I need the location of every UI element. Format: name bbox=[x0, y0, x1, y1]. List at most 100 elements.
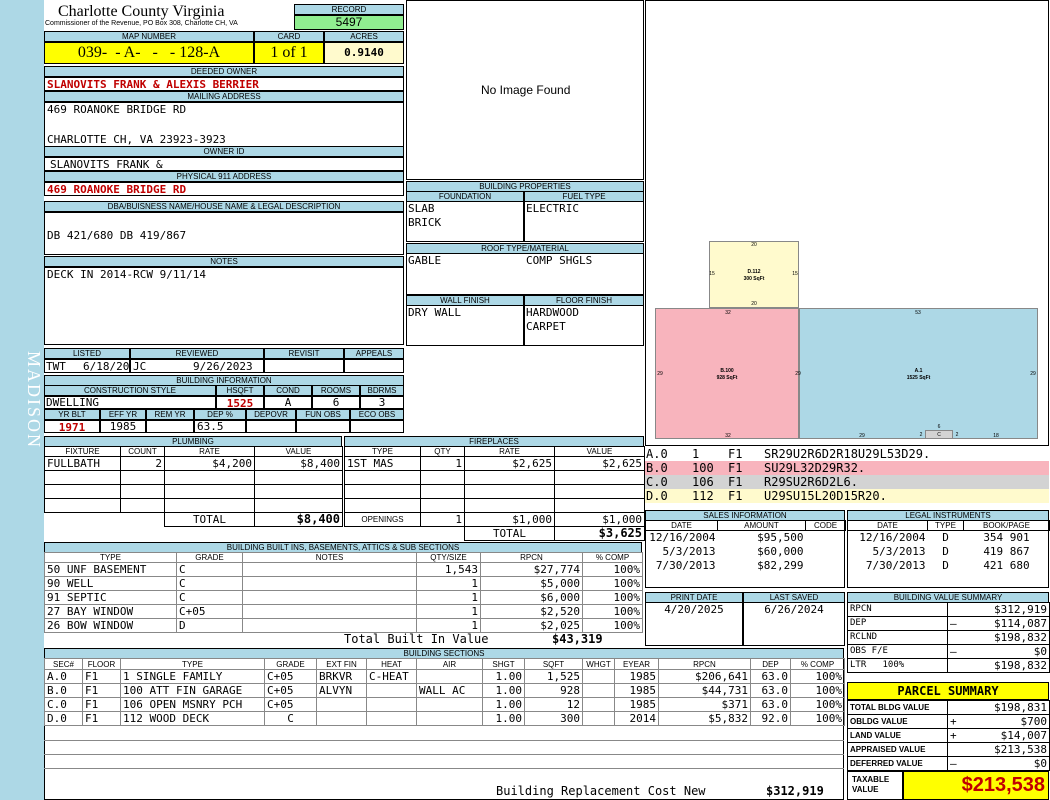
dim-label: 29 bbox=[859, 433, 865, 439]
col-grade: GRADE bbox=[264, 658, 317, 670]
openings-row: OPENINGS 1 $1,000 $1,000 bbox=[344, 512, 645, 527]
cell: LAND VALUE bbox=[847, 728, 948, 743]
record-number: 5497 bbox=[294, 15, 404, 30]
cond-value: A bbox=[264, 396, 312, 409]
foundation-1: SLAB bbox=[408, 202, 435, 215]
traverse-floor: F1 bbox=[728, 475, 743, 489]
col-heat: HEAT bbox=[366, 658, 417, 670]
traverse-list: A.0 1 F1 SR29U2R6D2R18U29L53D29. B.0 100 F1 SU… bbox=[645, 447, 1049, 503]
dim-label: 15 bbox=[709, 271, 715, 277]
foundation-2: BRICK bbox=[408, 216, 442, 229]
cell: DEP bbox=[847, 616, 948, 631]
office-subtitle: Commissioner of the Revenue, PO Box 308,… bbox=[45, 20, 238, 27]
plumbing-table: FIXTURE COUNT RATE VALUE FULLBATH 2 $4,200 $8,… bbox=[44, 446, 343, 527]
cell: D bbox=[942, 559, 949, 572]
traverse-num: 112 bbox=[692, 489, 714, 503]
cell: 1 SINGLE FAMILY bbox=[120, 669, 265, 684]
builtins-total-label: Total Built In Value bbox=[344, 632, 489, 646]
owner-id-label: OWNER ID bbox=[44, 146, 404, 157]
dim-label: 15 bbox=[792, 271, 798, 277]
owner-id: SLANOVITS FRANK & bbox=[50, 158, 163, 171]
traverse-path: SU29L32D29R32. bbox=[764, 461, 866, 475]
openings-label: OPENINGS bbox=[344, 512, 421, 527]
cell: 5/3/2013 bbox=[662, 545, 716, 558]
fireplace-total: $3,625 bbox=[554, 526, 645, 541]
cell: 1.00 bbox=[482, 683, 525, 698]
traverse-row: C.0 106 F1 R29SU2R6D2L6. bbox=[645, 475, 1049, 489]
deeded-owner-label: DEEDED OWNER bbox=[44, 66, 404, 77]
cell: 100% bbox=[582, 562, 643, 577]
table-row: APPRAISED VALUE $213,538 bbox=[847, 742, 1050, 757]
roof-type: GABLE bbox=[408, 254, 442, 267]
cell: – bbox=[947, 616, 962, 631]
col-rpcn: RPCN bbox=[658, 658, 751, 670]
table-row: 5/3/2013 D 419 867 bbox=[848, 545, 1050, 559]
cell bbox=[416, 711, 483, 726]
cell: $0 bbox=[961, 644, 1050, 659]
cell: OBLDG VALUE bbox=[847, 714, 948, 729]
parcel-table: TOTAL BLDG VALUE $198,831 OBLDG VALUE + $70… bbox=[847, 700, 1050, 771]
table-row: DEFERRED VALUE – $0 bbox=[847, 756, 1050, 771]
cell: 7/30/2013 bbox=[865, 559, 926, 572]
cell bbox=[947, 742, 962, 757]
plumbing-total-label: TOTAL bbox=[164, 512, 255, 527]
cell: 91 SEPTIC bbox=[44, 590, 177, 605]
floor-finish-1: HARDWOOD bbox=[526, 306, 579, 319]
col-qty: QTY bbox=[420, 446, 465, 457]
traverse-path: SR29U2R6D2R18U29L53D29. bbox=[764, 447, 931, 461]
cell: OBS F/E bbox=[847, 644, 948, 659]
record-label: RECORD bbox=[294, 4, 404, 15]
taxable-label-box: TAXABLE VALUE bbox=[847, 771, 903, 800]
cell: C-HEAT bbox=[366, 669, 417, 684]
table-row: 12/16/2004 D 354 901 bbox=[848, 531, 1050, 545]
table-row: FULLBATH 2 $4,200 $8,400 bbox=[44, 456, 343, 471]
cell: TOTAL BLDG VALUE bbox=[847, 700, 948, 715]
legal-header-row: DATE TYPE BOOK/PAGE bbox=[847, 520, 1050, 531]
traverse-floor: F1 bbox=[728, 489, 743, 503]
traverse-num: 1 bbox=[692, 447, 700, 461]
table-row: RCLND $198,832 bbox=[847, 630, 1050, 645]
col-rpcn: RPCN bbox=[480, 552, 583, 563]
col-type: TYPE bbox=[120, 658, 265, 670]
taxable-label-1: TAXABLE bbox=[852, 775, 890, 784]
sales-table: DATE AMOUNT CODE 12/16/2004 $95,500 5/3/201… bbox=[645, 520, 846, 573]
cell bbox=[366, 711, 417, 726]
table-row: 7/30/2013 $82,299 bbox=[646, 559, 846, 573]
cell: $2,025 bbox=[480, 618, 583, 633]
yrblt-label: YR BLT bbox=[44, 409, 100, 420]
wall-finish: DRY WALL bbox=[408, 306, 461, 319]
sketch-area: D.112 300 SqFt B.100 928 SqFt A.1 1525 S… bbox=[645, 0, 1049, 446]
sections-header-row: SEC# FLOOR TYPE GRADE EXT FIN HEAT AIR SHGT SQFT… bbox=[44, 658, 845, 670]
cell: 1 bbox=[420, 512, 465, 527]
cell: 354 901 bbox=[983, 531, 1030, 545]
col-sec: SEC# bbox=[44, 658, 83, 670]
cell: B.0 bbox=[44, 683, 83, 698]
funobs-label: FUN OBS bbox=[296, 409, 350, 420]
ecoobs-label: ECO OBS bbox=[350, 409, 404, 420]
print-date: 4/20/2025 bbox=[645, 602, 743, 646]
col-value: VALUE bbox=[254, 446, 343, 457]
col-eyear: EYEAR bbox=[614, 658, 659, 670]
cell bbox=[242, 590, 417, 605]
cell: $198,832 bbox=[961, 630, 1050, 645]
col-shgt: SHGT bbox=[482, 658, 525, 670]
cell: $27,774 bbox=[480, 562, 583, 577]
cell bbox=[582, 683, 615, 698]
cell: F1 bbox=[82, 683, 121, 698]
cell: D bbox=[942, 545, 949, 558]
cell bbox=[316, 711, 367, 726]
cell: $95,500 bbox=[757, 531, 804, 545]
legal-description: DB 421/680 DB 419/867 bbox=[47, 229, 187, 242]
col-count: COUNT bbox=[120, 446, 165, 457]
reviewed-label: REVIEWED bbox=[130, 348, 264, 359]
bvs-table: RPCN $312,919 DEP – $114,087 RCLND $198,832 … bbox=[847, 602, 1050, 673]
cell: 421 680 bbox=[983, 559, 1030, 572]
cell: D bbox=[942, 531, 949, 545]
cell: $14,007 bbox=[961, 728, 1050, 743]
cell: 100 ATT FIN GARAGE bbox=[120, 683, 265, 698]
reviewed-date: 9/26/2023 bbox=[193, 360, 253, 373]
col-rate: RATE bbox=[464, 446, 555, 457]
physical-address: 469 ROANOKE BRIDGE RD bbox=[47, 183, 187, 196]
yrblt-value: 1971 bbox=[58, 421, 86, 433]
cell: 12 bbox=[524, 697, 583, 712]
